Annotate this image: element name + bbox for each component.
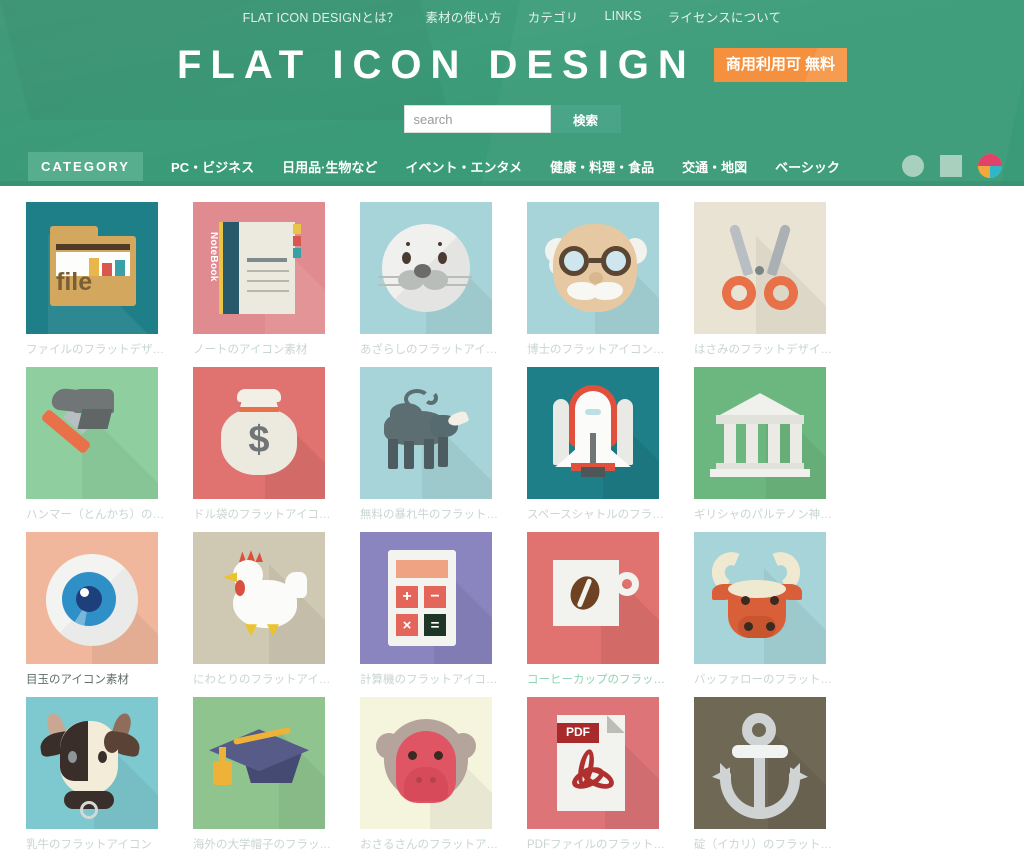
icon-card-label: にわとりのフラットアイ… [193, 674, 331, 687]
icon-card-label: 乳牛のフラットアイコン [26, 839, 152, 852]
icon-card-label: PDFファイルのフラット… [527, 839, 665, 852]
category-item-health-food[interactable]: 健康・料理・食品 [550, 157, 654, 176]
chicken-icon [193, 532, 325, 665]
file-icon-text: file [56, 268, 93, 296]
shape-filter-icons [902, 154, 1002, 178]
graduation-cap-icon [193, 697, 325, 830]
money-bag-icon: $ [193, 367, 325, 500]
calculator-key-equals: = [430, 616, 440, 634]
space-shuttle-icon [527, 367, 659, 500]
file-folder-icon: file [26, 202, 158, 334]
topnav-item-category[interactable]: カテゴリ [528, 7, 579, 26]
icon-card-chicken[interactable]: にわとりのフラットアイ… [193, 532, 359, 697]
icon-card-label: はさみのフラットデザイ… [694, 344, 832, 356]
dairy-cow-icon [26, 697, 158, 830]
icon-card-eyeball[interactable]: 目玉のアイコン素材 [26, 532, 192, 697]
category-item-pc-business[interactable]: PC・ビジネス [171, 157, 254, 176]
calculator-key-plus: + [402, 588, 412, 606]
icon-card-graduation-cap[interactable]: 海外の大学帽子のフラッ… [193, 697, 359, 862]
topnav-item-links[interactable]: LINKS [605, 9, 642, 23]
icon-card-notebook[interactable]: NoteBook ノートのアイコン素材 [193, 202, 359, 367]
search-input[interactable] [403, 105, 551, 133]
icon-card-label: スペースシャトルのフラ… [527, 509, 664, 522]
icon-card-label: ノートのアイコン素材 [193, 344, 308, 356]
eyeball-icon [26, 532, 158, 665]
icon-card-seal[interactable]: あざらしのフラットアイ… [360, 202, 526, 367]
category-bar: CATEGORY PC・ビジネス 日用品·生物など イベント・エンタメ 健康・料… [0, 149, 1024, 183]
pdf-file-icon: PDF [527, 697, 659, 830]
money-bag-symbol: $ [248, 419, 270, 462]
icon-card-hammer[interactable]: ハンマー（とんかち）の… [26, 367, 192, 532]
icon-card-label: 碇（イカリ）のフラット… [694, 839, 832, 852]
coffee-cup-icon [527, 532, 659, 665]
icon-card-label: おさるさんのフラットア… [360, 839, 498, 852]
icon-card-pdf-file[interactable]: PDF PDFファイルのフラット… [527, 697, 693, 862]
search-button[interactable]: 検索 [550, 105, 621, 133]
pdf-icon-text: PDF [566, 725, 590, 740]
icon-card-label: ドル袋のフラットアイコ… [193, 509, 331, 522]
icon-card-label: バッファローのフラット… [694, 674, 832, 687]
icon-card-label: ハンマー（とんかち）の… [26, 509, 164, 522]
icon-card-calculator[interactable]: + − × = 計算機のフラットアイコ… [360, 532, 526, 697]
icon-card-label: 無料の暴れ牛のフラット… [360, 509, 498, 522]
commercial-free-badge: 商用利用可 無料 [713, 48, 847, 82]
seal-icon [360, 202, 492, 334]
category-pill: CATEGORY [28, 151, 144, 181]
search-row: 検索 [0, 105, 1024, 133]
icon-card-space-shuttle[interactable]: スペースシャトルのフラ… [527, 367, 693, 532]
notebook-icon: NoteBook [193, 202, 325, 334]
logo-row: FLAT ICON DESIGN 商用利用可 無料 [0, 40, 1024, 90]
anchor-icon [694, 697, 826, 830]
topnav-item-usage[interactable]: 素材の使い方 [425, 7, 501, 26]
topnav-item-about[interactable]: FLAT ICON DESIGNとは？ [243, 7, 400, 26]
icon-card-label: 海外の大学帽子のフラッ… [193, 839, 331, 852]
icon-card-parthenon[interactable]: ギリシャのパルテノン神… [694, 367, 860, 532]
buffalo-icon [694, 532, 826, 665]
calculator-key-minus: − [430, 588, 440, 606]
icon-card-coffee-cup[interactable]: コーヒーカップのフラッ… [527, 532, 693, 697]
icon-card-monkey[interactable]: おさるさんのフラットア… [360, 697, 526, 862]
icon-card-label: あざらしのフラットアイ… [360, 344, 498, 356]
parthenon-icon [694, 367, 826, 500]
calculator-key-times: × [402, 616, 412, 634]
icon-card-label: ファイルのフラットデザ… [26, 344, 164, 356]
professor-icon [527, 202, 659, 334]
site-header: FLAT ICON DESIGNとは？ 素材の使い方 カテゴリ LINKS ライ… [0, 0, 1024, 186]
icon-grid: file ファイルのフラットデザ… NoteBook ノートのアイコン素材 あざ… [26, 202, 1024, 862]
top-navigation: FLAT ICON DESIGNとは？ 素材の使い方 カテゴリ LINKS ライ… [0, 0, 1024, 28]
icon-card-label: 博士のフラットアイコン… [527, 344, 665, 356]
category-item-event-ent[interactable]: イベント・エンタメ [405, 157, 522, 176]
icon-card-bull[interactable]: 無料の暴れ牛のフラット… [360, 367, 526, 532]
icon-card-label: コーヒーカップのフラッ… [527, 674, 665, 687]
icon-card-label: ギリシャのパルテノン神… [694, 509, 832, 522]
hammer-icon [26, 367, 158, 500]
site-logo[interactable]: FLAT ICON DESIGN [177, 45, 700, 85]
calculator-icon: + − × = [360, 532, 492, 665]
topnav-item-license[interactable]: ライセンスについて [668, 7, 782, 26]
icon-card-dairy-cow[interactable]: 乳牛のフラットアイコン [26, 697, 192, 862]
icon-grid-section: file ファイルのフラットデザ… NoteBook ノートのアイコン素材 あざ… [0, 186, 1024, 863]
square-shape-icon[interactable] [940, 155, 962, 177]
icon-card-anchor[interactable]: 碇（イカリ）のフラット… [694, 697, 860, 862]
color-wheel-icon[interactable] [978, 154, 1002, 178]
icon-card-label: 計算機のフラットアイコ… [360, 674, 498, 687]
notebook-icon-text: NoteBook [208, 232, 219, 282]
icon-card-money-bag[interactable]: $ ドル袋のフラットアイコ… [193, 367, 359, 532]
monkey-icon [360, 697, 492, 830]
icon-card-file[interactable]: file ファイルのフラットデザ… [26, 202, 192, 367]
icon-card-scissors[interactable]: はさみのフラットデザイ… [694, 202, 860, 367]
icon-card-professor[interactable]: 博士のフラットアイコン… [527, 202, 693, 367]
scissors-icon [694, 202, 826, 334]
category-item-transport-map[interactable]: 交通・地図 [682, 157, 747, 176]
category-item-daily-life[interactable]: 日用品·生物など [282, 157, 377, 176]
circle-shape-icon[interactable] [902, 155, 924, 177]
category-item-basic[interactable]: ベーシック [775, 157, 840, 176]
icon-card-label: 目玉のアイコン素材 [26, 674, 129, 687]
icon-card-buffalo[interactable]: バッファローのフラット… [694, 532, 860, 697]
bull-icon [360, 367, 492, 500]
